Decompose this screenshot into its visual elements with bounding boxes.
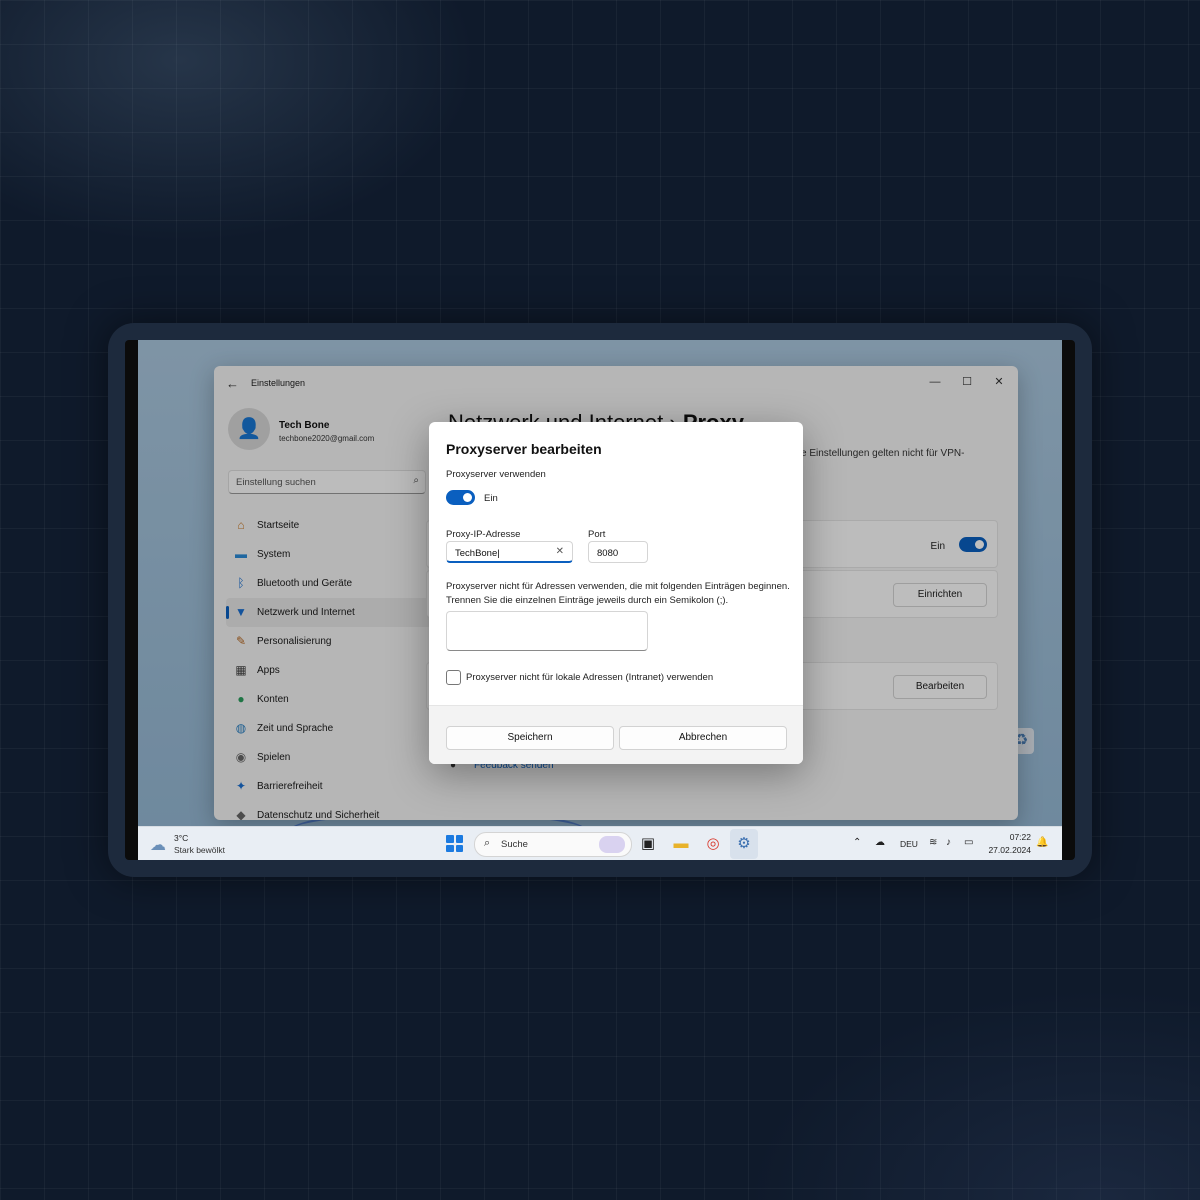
windows-start-icon[interactable]: [446, 835, 463, 852]
settings-gear-icon[interactable]: ⚙: [734, 834, 754, 854]
use-proxy-label: Proxyserver verwenden: [446, 469, 546, 480]
ip-address-value: TechBone: [455, 548, 498, 559]
proxy-edit-dialog: Proxyserver bearbeiten Proxyserver verwe…: [429, 422, 803, 764]
chrome-icon[interactable]: ◎: [703, 834, 723, 854]
local-bypass-checkbox[interactable]: [446, 670, 461, 685]
dialog-title: Proxyserver bearbeiten: [446, 441, 602, 457]
text-caret: |: [497, 548, 500, 559]
mouse-cursor-icon: ↖: [565, 761, 576, 764]
notification-bell-icon[interactable]: 🔔: [1036, 837, 1048, 848]
ip-label: Proxy-IP-Adresse: [446, 529, 521, 540]
clear-icon[interactable]: ✕: [556, 546, 564, 557]
save-button-label: Speichern: [507, 732, 553, 743]
dialog-footer: Speichern ↖ Abbrechen: [429, 705, 803, 764]
taskbar: ☁ 3°C Stark bewölkt ⌕ Suche ▣ ▬ ◎ ⚙ ⌃ ☁ …: [138, 826, 1062, 860]
task-view-icon[interactable]: ▣: [638, 834, 658, 854]
port-value: 8080: [597, 548, 619, 559]
wifi-icon[interactable]: ≋: [929, 837, 937, 848]
port-label: Port: [588, 529, 606, 540]
weather-text: Stark bewölkt: [174, 845, 226, 855]
clock-time[interactable]: 07:22: [989, 832, 1031, 842]
desktop: ♻ ← Einstellungen — ☐ ✕ 👤 Tech Bone tech…: [138, 340, 1062, 860]
battery-icon[interactable]: ▭: [964, 837, 973, 848]
temperature: 3°C: [174, 833, 189, 843]
exceptions-textarea[interactable]: [446, 611, 648, 651]
save-button[interactable]: Speichern ↖: [446, 726, 614, 750]
search-icon: ⌕: [484, 837, 491, 849]
taskbar-search-label: Suche: [501, 839, 528, 850]
file-explorer-icon[interactable]: ▬: [671, 834, 691, 854]
onedrive-icon[interactable]: ☁: [875, 837, 885, 848]
cloud-icon[interactable]: ☁: [150, 835, 166, 855]
clock-date[interactable]: 27.02.2024: [975, 845, 1031, 855]
toggle-state-label: Ein: [484, 493, 498, 504]
screen: ♻ ← Einstellungen — ☐ ✕ 👤 Tech Bone tech…: [125, 340, 1075, 860]
port-input[interactable]: 8080: [588, 541, 648, 563]
exceptions-description: Proxyserver nicht für Adressen verwenden…: [446, 581, 790, 606]
ip-address-input[interactable]: TechBone| ✕: [446, 541, 573, 563]
taskbar-search[interactable]: ⌕ Suche: [474, 832, 632, 857]
local-bypass-label: Proxyserver nicht für lokale Adressen (I…: [466, 672, 714, 683]
chevron-up-icon[interactable]: ⌃: [853, 837, 861, 848]
volume-icon[interactable]: ♪: [946, 837, 951, 848]
search-highlight-icon: [599, 836, 625, 853]
use-proxy-toggle[interactable]: [446, 490, 475, 505]
cancel-button[interactable]: Abbrechen: [619, 726, 787, 750]
language-indicator[interactable]: DEU: [900, 839, 918, 849]
